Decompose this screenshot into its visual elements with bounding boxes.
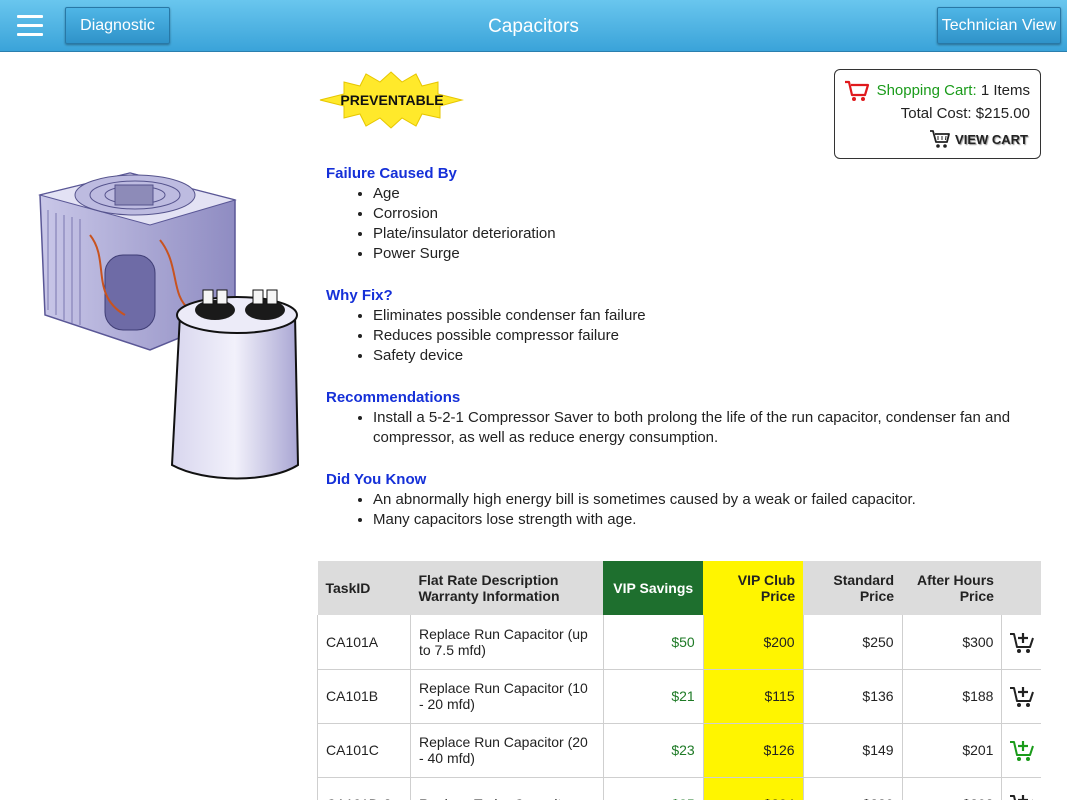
after-hours-price-cell: $292 bbox=[902, 777, 1003, 800]
list-item: Reduces possible compressor failure bbox=[373, 326, 1046, 346]
cart-icon bbox=[930, 130, 950, 148]
col-header-std-line1: Standard bbox=[833, 572, 895, 588]
col-header-description: Flat Rate Description Warranty Informati… bbox=[410, 561, 604, 615]
col-header-taskid: TaskID bbox=[317, 561, 411, 615]
vip-club-price-cell: $200 bbox=[703, 615, 804, 670]
add-to-cart-cell bbox=[1001, 723, 1041, 778]
table-row: CA101A Replace Run Capacitor (up to 7.5 m… bbox=[317, 615, 1041, 670]
col-header-after-hours-price: After Hours Price bbox=[902, 561, 1002, 615]
list-item: Power Surge bbox=[373, 244, 1046, 264]
task-id-cell: CA101A bbox=[317, 615, 411, 670]
section-failure-caused-by: Failure Caused By Age Corrosion Plate/in… bbox=[326, 164, 1046, 264]
after-hours-price-cell: $300 bbox=[902, 615, 1003, 670]
add-to-cart-icon[interactable] bbox=[1009, 737, 1035, 763]
vip-savings-cell: $21 bbox=[603, 669, 704, 724]
table-row: CA101B Replace Run Capacitor (10 - 20 mfd… bbox=[317, 669, 1041, 724]
add-to-cart-cell bbox=[1001, 777, 1041, 800]
col-header-cart bbox=[1001, 561, 1041, 615]
view-cart-label: VIEW CART bbox=[955, 131, 1028, 147]
shopping-cart-icon bbox=[845, 80, 870, 101]
section-title: Failure Caused By bbox=[326, 165, 457, 182]
task-id-cell: CA101D-2 bbox=[317, 777, 411, 800]
add-to-cart-icon[interactable] bbox=[1009, 629, 1035, 655]
vip-savings-cell: $23 bbox=[603, 723, 704, 778]
table-row: CA101D-2Replace Turbo Capacitor$35$204$2… bbox=[317, 777, 1041, 800]
list-item: Corrosion bbox=[373, 204, 1046, 224]
col-header-club-line1: VIP Club bbox=[737, 572, 796, 588]
capacitor-illustration bbox=[38, 172, 300, 480]
preventable-badge: PREVENTABLE bbox=[319, 71, 464, 129]
section-did-you-know: Did You Know An abnormally high energy b… bbox=[326, 470, 1046, 530]
cart-item-count: 1 Items bbox=[980, 82, 1030, 99]
add-to-cart-cell bbox=[1001, 669, 1041, 724]
pricing-table: TaskID Flat Rate Description Warranty In… bbox=[317, 561, 1041, 800]
cart-total: Total Cost: $215.00 bbox=[900, 105, 1030, 122]
col-header-description-line2: Warranty Information bbox=[418, 588, 560, 604]
standard-price-cell: $239 bbox=[803, 777, 903, 800]
col-header-standard-price: Standard Price bbox=[803, 561, 903, 615]
vip-savings-cell: $35 bbox=[603, 777, 704, 800]
section-why-fix: Why Fix? Eliminates possible condenser f… bbox=[326, 286, 1046, 366]
list-item: Age bbox=[373, 184, 1046, 204]
view-cart-button[interactable]: VIEW CART bbox=[929, 127, 1028, 151]
list-item: Safety device bbox=[373, 346, 1046, 366]
list-item: Install a 5-2-1 Compressor Saver to both… bbox=[373, 408, 1046, 448]
section-title: Recommendations bbox=[326, 389, 461, 406]
table-header-row: TaskID Flat Rate Description Warranty In… bbox=[317, 561, 1041, 615]
vip-club-price-cell: $126 bbox=[703, 723, 804, 778]
table-row: CA101C Replace Run Capacitor (20 - 40 mfd… bbox=[317, 723, 1041, 778]
standard-price-cell: $250 bbox=[803, 615, 903, 670]
standard-price-cell: $149 bbox=[803, 723, 903, 778]
page-title: Capacitors bbox=[488, 16, 579, 37]
shopping-cart-panel: Shopping Cart: 1 Items Total Cost: $215.… bbox=[834, 69, 1041, 159]
section-recommendations: Recommendations Install a 5-2-1 Compress… bbox=[326, 388, 1046, 448]
vip-savings-cell: $50 bbox=[603, 615, 704, 670]
add-to-cart-cell bbox=[1001, 615, 1041, 670]
list-item: Eliminates possible condenser fan failur… bbox=[373, 306, 1046, 326]
col-header-ah-line1: After Hours bbox=[916, 572, 994, 588]
section-title: Did You Know bbox=[326, 471, 427, 488]
description-cell: Replace Run Capacitor (20 - 40 mfd) bbox=[410, 723, 604, 778]
col-header-club-line2: Price bbox=[760, 588, 796, 604]
preventable-badge-text: PREVENTABLE bbox=[340, 92, 443, 108]
task-id-cell: CA101C bbox=[317, 723, 411, 778]
task-id-cell: CA101B bbox=[317, 669, 411, 724]
list-item: Plate/insulator deterioration bbox=[373, 224, 1046, 244]
vip-club-price-cell: $115 bbox=[703, 669, 804, 724]
col-header-std-line2: Price bbox=[859, 588, 895, 604]
add-to-cart-icon[interactable] bbox=[1009, 791, 1035, 800]
col-header-vip-club-price: VIP Club Price bbox=[703, 561, 804, 615]
standard-price-cell: $136 bbox=[803, 669, 903, 724]
info-sections: Failure Caused By Age Corrosion Plate/in… bbox=[326, 164, 1046, 552]
technician-view-button[interactable]: Technician View bbox=[937, 7, 1061, 44]
col-header-ah-line2: Price bbox=[959, 588, 994, 604]
list-item: An abnormally high energy bill is someti… bbox=[373, 490, 1046, 510]
description-cell: Replace Run Capacitor (10 - 20 mfd) bbox=[410, 669, 604, 724]
section-title: Why Fix? bbox=[326, 287, 393, 304]
cart-label: Shopping Cart: bbox=[876, 82, 977, 99]
col-header-description-line1: Flat Rate Description bbox=[418, 572, 559, 588]
description-cell: Replace Run Capacitor (up to 7.5 mfd) bbox=[410, 615, 604, 670]
top-bar: Diagnostic Capacitors Technician View bbox=[0, 0, 1067, 52]
vip-club-price-cell: $204 bbox=[703, 777, 804, 800]
after-hours-price-cell: $201 bbox=[902, 723, 1003, 778]
add-to-cart-icon[interactable] bbox=[1009, 683, 1035, 709]
description-cell: Replace Turbo Capacitor bbox=[410, 777, 604, 800]
after-hours-price-cell: $188 bbox=[902, 669, 1003, 724]
col-header-vip-savings: VIP Savings bbox=[603, 561, 704, 615]
list-item: Many capacitors lose strength with age. bbox=[373, 510, 1046, 530]
